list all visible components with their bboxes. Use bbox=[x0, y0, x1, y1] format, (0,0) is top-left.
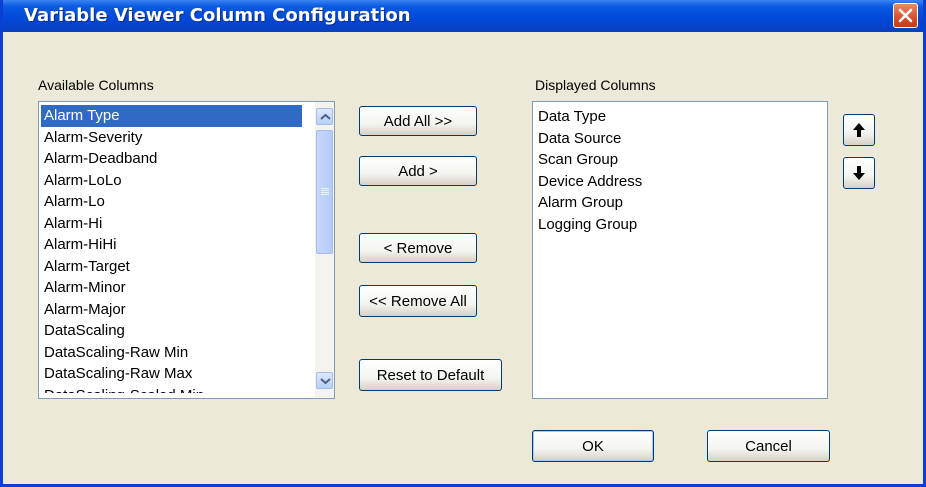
add-button[interactable]: Add > bbox=[359, 156, 477, 186]
reset-label: Reset to Default bbox=[376, 366, 485, 384]
available-scrollbar[interactable] bbox=[315, 102, 334, 398]
displayed-columns-label: Displayed Columns bbox=[535, 77, 656, 93]
displayed-list-item[interactable]: Data Source bbox=[535, 128, 827, 150]
displayed-items: Data Type Data Source Scan Group Device Add… bbox=[535, 106, 827, 235]
close-button[interactable] bbox=[893, 3, 918, 28]
available-list-item[interactable]: Alarm-Target bbox=[41, 256, 334, 278]
available-list-item[interactable]: DataScaling-Raw Min bbox=[41, 342, 334, 364]
move-down-button[interactable] bbox=[843, 157, 875, 189]
remove-all-label: << Remove All bbox=[369, 292, 467, 310]
chevron-down-icon bbox=[320, 378, 331, 385]
available-list-item[interactable]: Alarm-Hi bbox=[41, 213, 334, 235]
displayed-columns-list[interactable]: Data Type Data Source Scan Group Device Add… bbox=[532, 101, 828, 399]
title-bar[interactable]: Variable Viewer Column Configuration bbox=[3, 0, 923, 32]
scroll-thumb[interactable] bbox=[316, 130, 333, 254]
available-list-item[interactable]: DataScaling bbox=[41, 320, 334, 342]
scroll-up-button[interactable] bbox=[316, 108, 333, 125]
add-all-button[interactable]: Add All >> bbox=[359, 106, 477, 136]
remove-label: < Remove bbox=[383, 239, 453, 257]
available-list-item[interactable]: Alarm Type bbox=[41, 105, 302, 127]
available-columns-list[interactable]: Alarm Type Alarm-Severity Alarm-Deadband Al… bbox=[38, 101, 335, 399]
displayed-list-item[interactable]: Data Type bbox=[535, 106, 827, 128]
displayed-list-item[interactable]: Scan Group bbox=[535, 149, 827, 171]
available-list-item[interactable]: DataScaling-Raw Max bbox=[41, 363, 334, 385]
displayed-list-item[interactable]: Logging Group bbox=[535, 214, 827, 236]
available-list-item[interactable]: DataScaling-Scaled Min bbox=[41, 385, 334, 393]
close-icon bbox=[898, 8, 913, 23]
dialog-window: Variable Viewer Column Configuration Ava… bbox=[0, 0, 926, 487]
cancel-button[interactable]: Cancel bbox=[707, 430, 830, 462]
available-list-item[interactable]: Alarm-Lo bbox=[41, 191, 334, 213]
available-list-item[interactable]: Alarm-Major bbox=[41, 299, 334, 321]
move-up-button[interactable] bbox=[843, 114, 875, 146]
available-list-item[interactable]: Alarm-Minor bbox=[41, 277, 334, 299]
remove-all-button[interactable]: << Remove All bbox=[359, 285, 477, 317]
arrow-up-icon bbox=[853, 123, 865, 137]
arrow-down-icon bbox=[853, 166, 865, 180]
scroll-down-button[interactable] bbox=[316, 372, 333, 389]
available-columns-label: Available Columns bbox=[38, 77, 154, 93]
available-items: Alarm Type Alarm-Severity Alarm-Deadband Al… bbox=[41, 105, 334, 393]
add-all-label: Add All >> bbox=[383, 112, 453, 130]
window-title: Variable Viewer Column Configuration bbox=[24, 5, 411, 26]
available-list-item[interactable]: Alarm-HiHi bbox=[41, 234, 334, 256]
available-list-item[interactable]: Alarm-LoLo bbox=[41, 170, 334, 192]
displayed-list-item[interactable]: Device Address bbox=[535, 171, 827, 193]
reset-to-default-button[interactable]: Reset to Default bbox=[359, 359, 502, 391]
cancel-label: Cancel bbox=[745, 437, 792, 455]
remove-button[interactable]: < Remove bbox=[359, 233, 477, 263]
available-list-item[interactable]: Alarm-Deadband bbox=[41, 148, 334, 170]
ok-label: OK bbox=[582, 437, 604, 455]
ok-button[interactable]: OK bbox=[532, 430, 654, 462]
available-list-item[interactable]: Alarm-Severity bbox=[41, 127, 334, 149]
add-label: Add > bbox=[398, 162, 438, 180]
chevron-up-icon bbox=[320, 113, 331, 120]
displayed-list-item[interactable]: Alarm Group bbox=[535, 192, 827, 214]
